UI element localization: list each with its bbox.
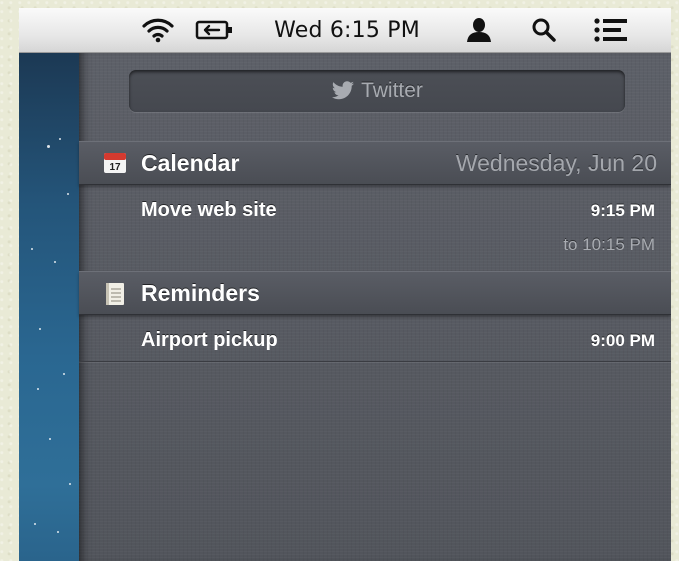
- event-start-time: 9:15 PM: [590, 201, 655, 220]
- desktop-background: [19, 53, 79, 561]
- event-end-time: to 10:15 PM: [563, 235, 655, 254]
- reminders-section-title: Reminders: [141, 280, 260, 306]
- notification-center-icon[interactable]: [587, 8, 635, 52]
- reminders-icon: [103, 282, 127, 305]
- calendar-section-header[interactable]: 17 Calendar Wednesday, Jun 20: [79, 141, 671, 185]
- reminder-time: 9:00 PM: [590, 331, 655, 350]
- twitter-bird-icon: [331, 81, 355, 101]
- calendar-icon: 17: [103, 152, 127, 174]
- wifi-icon[interactable]: [139, 8, 177, 52]
- calendar-icon-day: 17: [109, 162, 121, 173]
- notification-center-panel: Twitter 17 Calendar Wednesday, Jun 20 Mo…: [79, 53, 671, 561]
- calendar-event-item[interactable]: Move web site 9:15 PM to 10:15 PM: [79, 185, 671, 271]
- battery-icon[interactable]: [193, 8, 237, 52]
- reminder-title: Airport pickup: [141, 329, 278, 351]
- twitter-share-button[interactable]: Twitter: [129, 70, 625, 112]
- calendar-section-date: Wednesday, Jun 20: [455, 150, 657, 176]
- reminder-item[interactable]: Airport pickup 9:00 PM: [79, 315, 671, 361]
- menu-clock[interactable]: Wed 6:15 PM: [247, 8, 447, 52]
- reminders-section-header[interactable]: Reminders: [79, 271, 671, 315]
- twitter-button-label: Twitter: [361, 79, 423, 102]
- event-title: Move web site: [141, 199, 277, 221]
- calendar-section-title: Calendar: [141, 150, 240, 176]
- spotlight-search-icon[interactable]: [524, 8, 564, 52]
- screen: Wed 6:15 PM Twitter 17 Calendar Wednesda…: [19, 8, 671, 561]
- user-icon[interactable]: [459, 8, 499, 52]
- reminders-divider: [79, 361, 671, 362]
- menu-bar: Wed 6:15 PM: [19, 8, 671, 53]
